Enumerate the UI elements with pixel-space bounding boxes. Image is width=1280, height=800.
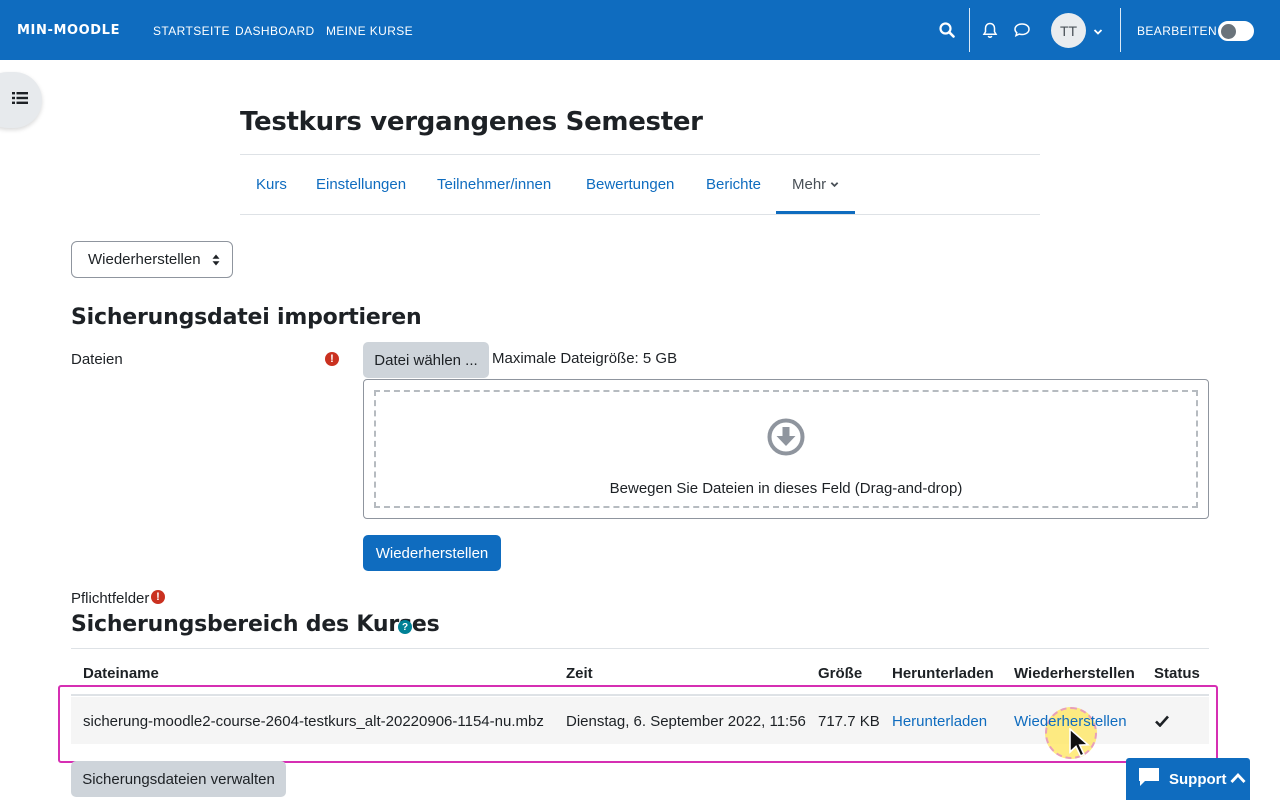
search-icon[interactable] [937,20,957,40]
toggle-knob [1221,24,1236,39]
files-label: Dateien [71,351,123,368]
required-icon: ! [151,590,165,604]
col-header-status: Status [1154,665,1200,682]
table-top-line [71,648,1209,649]
avatar[interactable]: TT [1051,13,1086,48]
tab-einstellungen[interactable]: Einstellungen [316,176,406,193]
tab-berichte[interactable]: Berichte [706,176,761,193]
col-header-time: Zeit [566,665,593,682]
required-fields-label: Pflichtfelder [71,590,150,607]
action-select[interactable]: Wiederherstellen [71,241,233,278]
chevron-down-icon[interactable] [1093,24,1103,42]
nav-link-startseite[interactable]: STARTSEITE [153,24,230,38]
chat-bubble-icon [1138,767,1160,791]
tab-mehr[interactable]: Mehr [792,176,839,193]
page-title: Testkurs vergangenes Semester [240,107,703,137]
help-icon[interactable]: ? [398,620,412,634]
dropzone-text: Bewegen Sie Dateien in dieses Feld (Drag… [609,480,963,497]
action-select-value: Wiederherstellen [88,251,201,268]
sort-arrows-icon [212,254,220,266]
site-brand[interactable]: MIN-MOODLE [17,23,120,38]
col-header-restore: Wiederherstellen [1014,665,1135,682]
nav-divider [1120,8,1121,52]
choose-file-button[interactable]: Datei wählen ... [363,342,489,378]
mouse-cursor-icon [1069,728,1090,758]
required-icon: ! [325,352,339,366]
tabs-divider [240,214,1040,215]
import-heading: Sicherungsdatei importieren [71,305,422,330]
col-header-filename: Dateiname [83,665,159,682]
edit-mode-label: BEARBEITEN [1137,24,1218,38]
chevron-up-icon [1229,771,1246,788]
download-arrow-icon [767,418,805,456]
max-file-size: Maximale Dateigröße: 5 GB [492,350,678,367]
bell-icon[interactable] [980,20,1000,40]
top-navbar: MIN-MOODLE STARTSEITE DASHBOARD MEINE KU… [0,0,1280,60]
support-label: Support [1169,770,1227,788]
col-header-download: Herunterladen [892,665,994,682]
chevron-down-icon [830,176,839,193]
restore-submit-button[interactable]: Wiederherstellen [363,535,501,571]
list-icon [12,91,28,110]
header-divider [240,154,1040,155]
course-index-toggle[interactable] [0,72,42,128]
tab-bewertungen[interactable]: Bewertungen [586,176,674,193]
row-highlight-frame [58,685,1218,763]
support-button[interactable]: Support [1126,758,1250,800]
chat-icon[interactable] [1012,20,1032,40]
nav-divider [969,8,970,52]
manage-backups-button[interactable]: Sicherungsdateien verwalten [71,761,286,797]
nav-link-meine-kurse[interactable]: MEINE KURSE [326,24,413,38]
tab-kurs[interactable]: Kurs [256,176,287,193]
backup-area-heading: Sicherungsbereich des Kurses [71,612,440,637]
nav-link-dashboard[interactable]: DASHBOARD [235,24,315,38]
edit-mode-toggle[interactable] [1218,21,1254,41]
tab-teilnehmer[interactable]: Teilnehmer/innen [437,176,551,193]
col-header-size: Größe [818,665,863,682]
tab-mehr-label: Mehr [792,176,827,193]
